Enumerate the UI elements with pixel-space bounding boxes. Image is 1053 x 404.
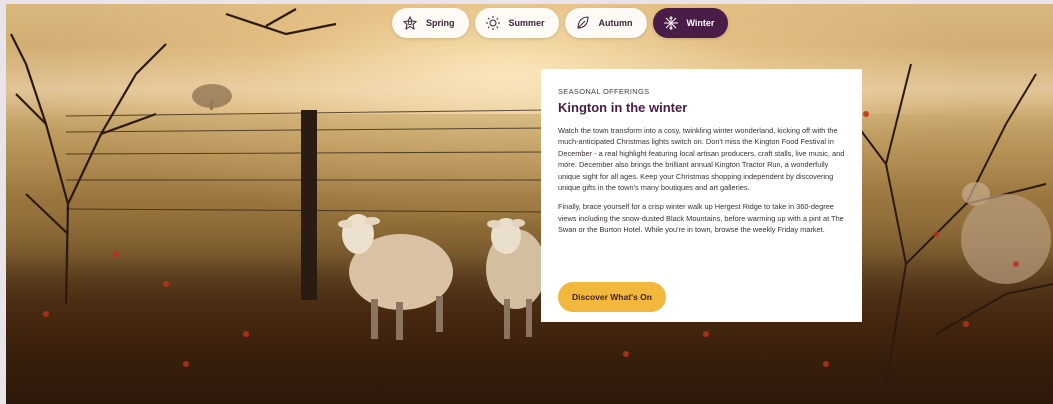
- page-frame: Spring Summer Autumn Winter SEASONAL OFF…: [0, 0, 1053, 404]
- discover-whats-on-button[interactable]: Discover What's On: [558, 282, 666, 312]
- tab-summer[interactable]: Summer: [474, 8, 559, 38]
- sheep-left: [338, 214, 453, 340]
- card-title: Kington in the winter: [558, 100, 688, 115]
- tab-spring-label: Spring: [426, 18, 455, 28]
- card-eyebrow: SEASONAL OFFERINGS: [558, 87, 650, 96]
- sheep-right: [486, 218, 546, 339]
- sun-icon: [485, 16, 500, 30]
- card-paragraph: Watch the town transform into a cosy, tw…: [558, 126, 845, 193]
- left-bare-tree: [10, 8, 337, 305]
- tab-winter-label: Winter: [686, 18, 715, 28]
- tab-autumn[interactable]: Autumn: [564, 8, 647, 38]
- hero-photo-sheep-field: [6, 4, 1053, 404]
- tab-summer-label: Summer: [508, 18, 545, 28]
- tab-spring[interactable]: Spring: [392, 8, 469, 38]
- season-tabs: Spring Summer Autumn Winter: [392, 8, 729, 42]
- scene-illustration: [10, 8, 1053, 385]
- card-paragraph: Finally, brace yourself for a crisp wint…: [558, 202, 844, 235]
- leaf-icon: [577, 16, 589, 29]
- tab-autumn-label: Autumn: [598, 18, 633, 28]
- flower-icon: [402, 15, 418, 31]
- seasonal-offerings-card: SEASONAL OFFERINGS Kington in the winter…: [541, 69, 862, 322]
- fence-post: [301, 110, 317, 300]
- distant-tree: [192, 84, 232, 110]
- tab-winter[interactable]: Winter: [652, 8, 729, 38]
- snowflake-icon: [663, 16, 678, 30]
- sheep-far-right: [961, 182, 1051, 284]
